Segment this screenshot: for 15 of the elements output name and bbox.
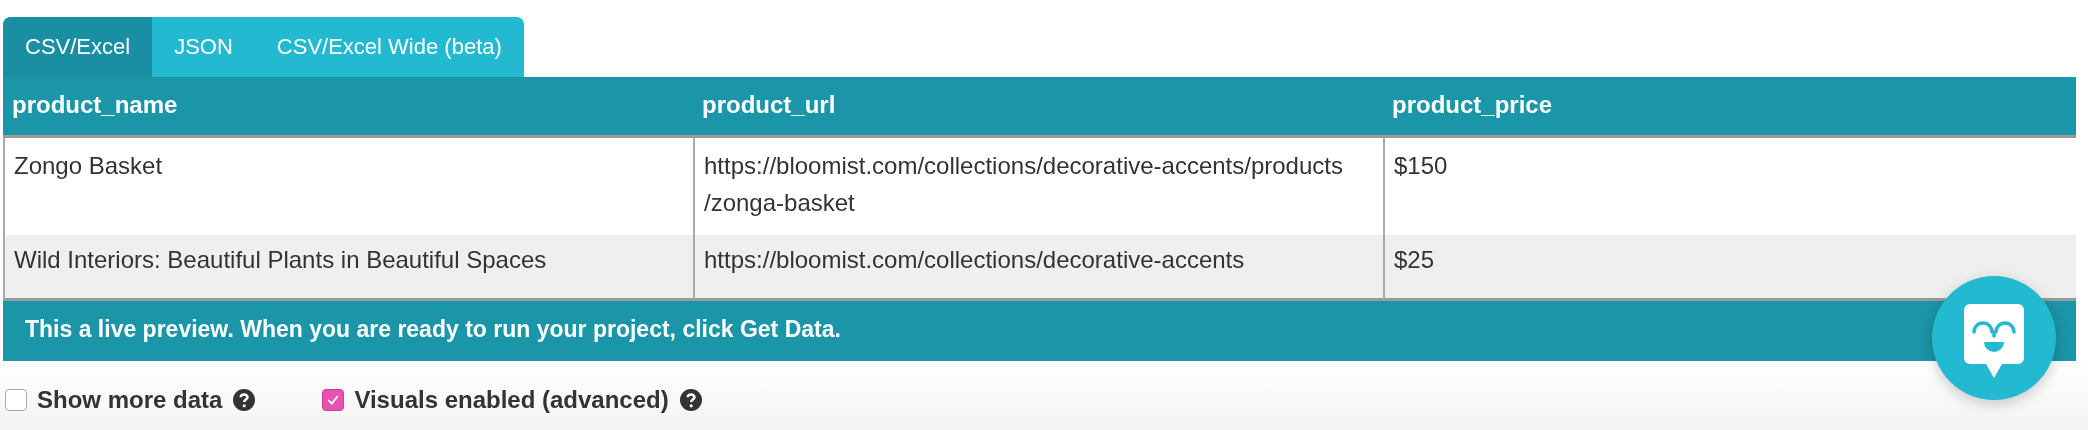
table-cell: Wild Interiors: Beautiful Plants in Beautiful Spaces — [3, 235, 693, 301]
smiley-chat-icon — [1964, 304, 2024, 380]
option-label: Show more data — [37, 386, 223, 414]
table-cell: Zongo Basket — [3, 138, 693, 235]
table-cell: $25 — [1383, 235, 2076, 301]
checkbox[interactable] — [5, 389, 27, 411]
format-tab[interactable]: CSV/Excel — [3, 17, 153, 77]
preview-notice: This a live preview. When you are ready to run your project, click Get Data. — [25, 316, 841, 342]
table-cell: $150 — [1383, 138, 2076, 235]
table-cell: https://bloomist.com/collections/decorative-accents — [693, 235, 1383, 301]
table-cell: https://bloomist.com/collections/decorative-accents/products/zonga-basket — [693, 138, 1383, 235]
help-icon[interactable] — [678, 388, 703, 412]
option-label: Visuals enabled (advanced) — [354, 386, 669, 414]
checkbox[interactable] — [322, 389, 345, 411]
help-icon[interactable] — [232, 388, 257, 412]
